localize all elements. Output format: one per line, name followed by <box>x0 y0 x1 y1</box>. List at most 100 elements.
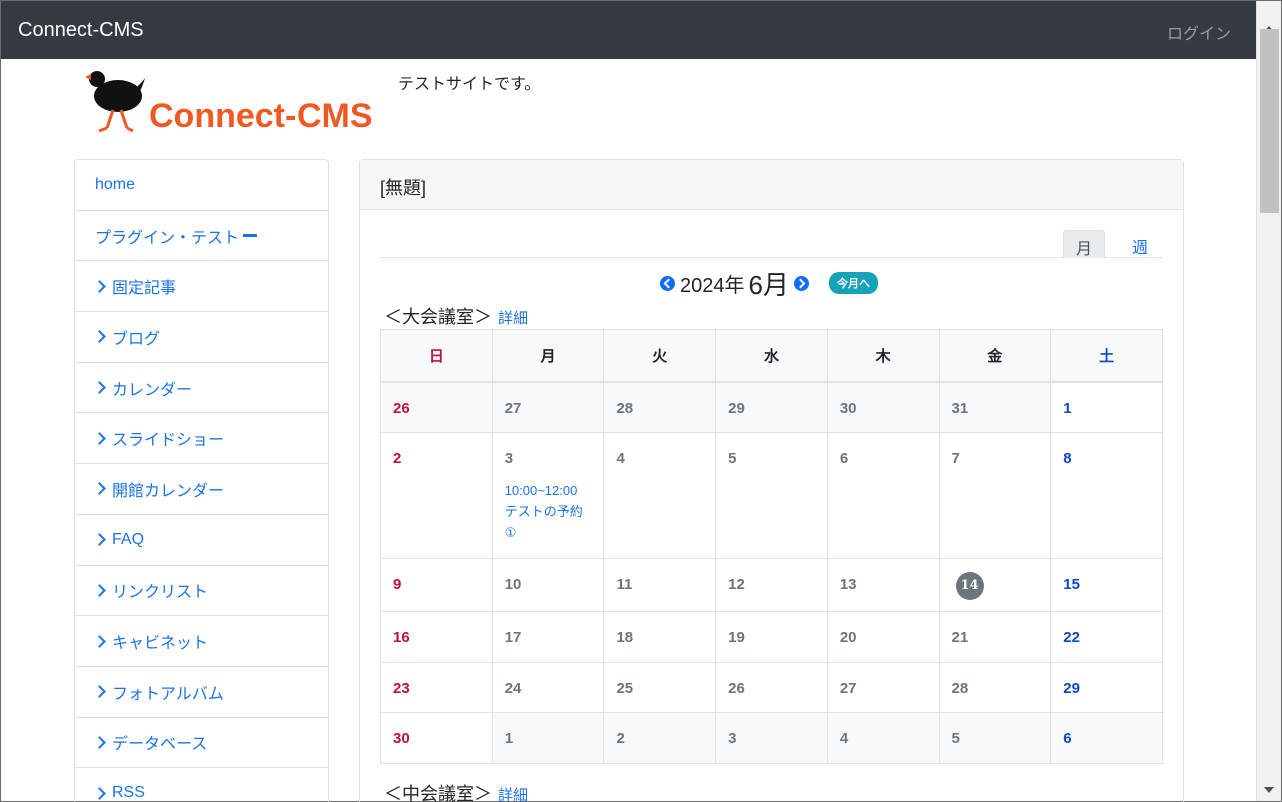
day-cell[interactable]: 28 <box>938 662 1052 713</box>
sidebar-item-fixed-article[interactable]: 固定記事 <box>75 261 328 313</box>
day-cell[interactable]: 6 <box>1050 712 1163 764</box>
navbar-brand[interactable]: Connect-CMS <box>18 19 144 42</box>
day-cell[interactable]: 30 <box>826 381 940 433</box>
day-cell[interactable]: 15 <box>1050 558 1163 612</box>
weekday-header: 金 <box>938 329 1052 383</box>
week-row: 16 17 18 19 20 21 22 <box>380 611 1163 663</box>
day-cell[interactable]: 3 <box>715 712 828 764</box>
chevron-right-icon <box>93 634 106 648</box>
event-link[interactable]: 10:00~12:00 テストの予約① <box>505 480 592 543</box>
logo-text-1: Connect- <box>149 97 296 134</box>
day-cell[interactable]: 26 <box>380 381 493 433</box>
sidebar-item-faq[interactable]: FAQ <box>75 515 328 566</box>
sidebar-item-home[interactable]: home <box>75 160 328 211</box>
day-cell-today[interactable]: 14 <box>938 558 1052 612</box>
sidebar-item-label: ブログ <box>112 330 161 348</box>
chevron-right-icon <box>93 381 106 394</box>
day-cell[interactable]: 19 <box>715 611 828 663</box>
day-cell[interactable]: 22 <box>1050 611 1163 663</box>
day-cell[interactable]: 17 <box>491 611 605 663</box>
sidebar-item-plugin-test[interactable]: プラグイン・テスト <box>75 211 328 262</box>
day-cell[interactable]: 18 <box>603 611 717 663</box>
next-month-icon[interactable] <box>793 275 809 291</box>
day-cell[interactable]: 25 <box>603 662 717 713</box>
day-cell[interactable]: 1 <box>491 712 605 764</box>
day-cell[interactable]: 9 <box>380 558 493 612</box>
bird-logo-icon: Connect- CMS <box>85 71 373 135</box>
day-cell[interactable]: 12 <box>715 558 828 612</box>
sidebar-item-rss[interactable]: RSS <box>75 768 328 802</box>
day-cell[interactable]: 24 <box>491 662 605 713</box>
day-cell[interactable]: 21 <box>938 611 1052 663</box>
sidebar-item-opening-calendar[interactable]: 開館カレンダー <box>75 464 328 515</box>
chevron-right-icon <box>93 583 106 597</box>
tab-month[interactable]: 月 <box>1063 230 1106 258</box>
day-cell[interactable]: 13 <box>826 558 940 612</box>
day-cell[interactable]: 5 <box>715 432 828 559</box>
week-row: 23 24 25 26 27 28 29 <box>380 662 1163 713</box>
day-cell[interactable]: 8 <box>1050 432 1163 559</box>
day-cell[interactable]: 27 <box>491 381 605 433</box>
day-cell[interactable]: 6 <box>826 432 940 559</box>
room-detail-link[interactable]: 詳細 <box>498 787 528 802</box>
sidebar-item-calendar[interactable]: カレンダー <box>75 363 328 414</box>
day-cell[interactable]: 29 <box>1050 662 1163 713</box>
week-row: 30 1 2 3 4 5 6 <box>380 712 1163 764</box>
sidebar-item-cabinet[interactable]: キャビネット <box>75 616 328 667</box>
day-cell-with-event[interactable]: 3 10:00~12:00 テストの予約① <box>491 432 605 559</box>
day-cell[interactable]: 29 <box>715 381 828 433</box>
week-row: 26 27 28 29 30 31 1 <box>380 381 1163 433</box>
day-cell[interactable]: 1 <box>1050 381 1163 433</box>
scroll-down-arrow-icon[interactable] <box>1264 787 1274 793</box>
sidebar-item-database[interactable]: データベース <box>75 718 328 769</box>
login-link[interactable]: ログイン <box>1167 20 1231 44</box>
sidebar-item-photoalbum[interactable]: フォトアルバム <box>75 667 328 718</box>
week-row: 9 10 11 12 13 14 15 <box>380 558 1163 612</box>
tab-week[interactable]: 週 <box>1120 230 1160 258</box>
logo-text-2: CMS <box>297 97 373 134</box>
prev-month-icon[interactable] <box>660 275 675 291</box>
site-logo[interactable]: Connect- CMS <box>83 68 383 135</box>
sidebar-item-label: RSS <box>112 784 145 802</box>
day-cell[interactable]: 4 <box>603 432 717 559</box>
room-detail-link[interactable]: 詳細 <box>498 310 528 327</box>
day-cell[interactable]: 4 <box>826 712 940 764</box>
event-time: 10:00~12:00 <box>504 483 578 498</box>
weekday-header-row: 日 月 火 水 木 金 土 <box>380 329 1163 383</box>
day-cell[interactable]: 27 <box>826 662 940 713</box>
day-cell[interactable]: 23 <box>380 662 493 713</box>
day-cell[interactable]: 2 <box>603 712 717 764</box>
day-cell[interactable]: 20 <box>826 611 940 663</box>
sidebar-item-linklist[interactable]: リンクリスト <box>75 566 328 617</box>
sidebar-item-blog[interactable]: ブログ <box>75 312 328 363</box>
sidebar-item-label: リンクリスト <box>112 584 209 602</box>
day-cell[interactable]: 31 <box>938 381 1052 433</box>
sidebar-item-label: home <box>95 175 136 193</box>
day-cell[interactable]: 2 <box>380 432 493 559</box>
sidebar-item-label: データベース <box>112 736 208 754</box>
sidebar-item-label: フォトアルバム <box>112 685 224 703</box>
sidebar-item-slideshow[interactable]: スライドショー <box>75 413 328 465</box>
sidebar-item-label: キャビネット <box>112 635 209 653</box>
room-name: ＜大会議室＞ <box>384 307 492 327</box>
day-number: 3 <box>504 450 514 467</box>
day-cell[interactable]: 28 <box>603 381 717 433</box>
day-cell[interactable]: 26 <box>715 662 828 713</box>
room-title-large: ＜大会議室＞ 詳細 <box>384 303 528 329</box>
chevron-right-icon <box>93 482 106 496</box>
chevron-right-icon <box>93 279 106 293</box>
day-cell[interactable]: 5 <box>938 712 1052 764</box>
day-cell[interactable]: 16 <box>380 611 493 663</box>
chevron-right-icon <box>93 685 106 699</box>
chevron-right-icon <box>93 533 106 547</box>
day-cell[interactable]: 30 <box>380 712 493 764</box>
weekday-header: 水 <box>715 329 828 383</box>
day-cell[interactable]: 7 <box>938 432 1052 559</box>
vertical-scrollbar[interactable] <box>1256 1 1281 801</box>
day-cell[interactable]: 10 <box>491 558 605 612</box>
this-month-button[interactable]: 今月へ <box>828 272 878 294</box>
day-cell[interactable]: 11 <box>603 558 717 612</box>
scroll-thumb[interactable] <box>1260 29 1279 213</box>
chevron-right-icon <box>93 431 106 445</box>
card-title: [無題] <box>360 160 1183 210</box>
